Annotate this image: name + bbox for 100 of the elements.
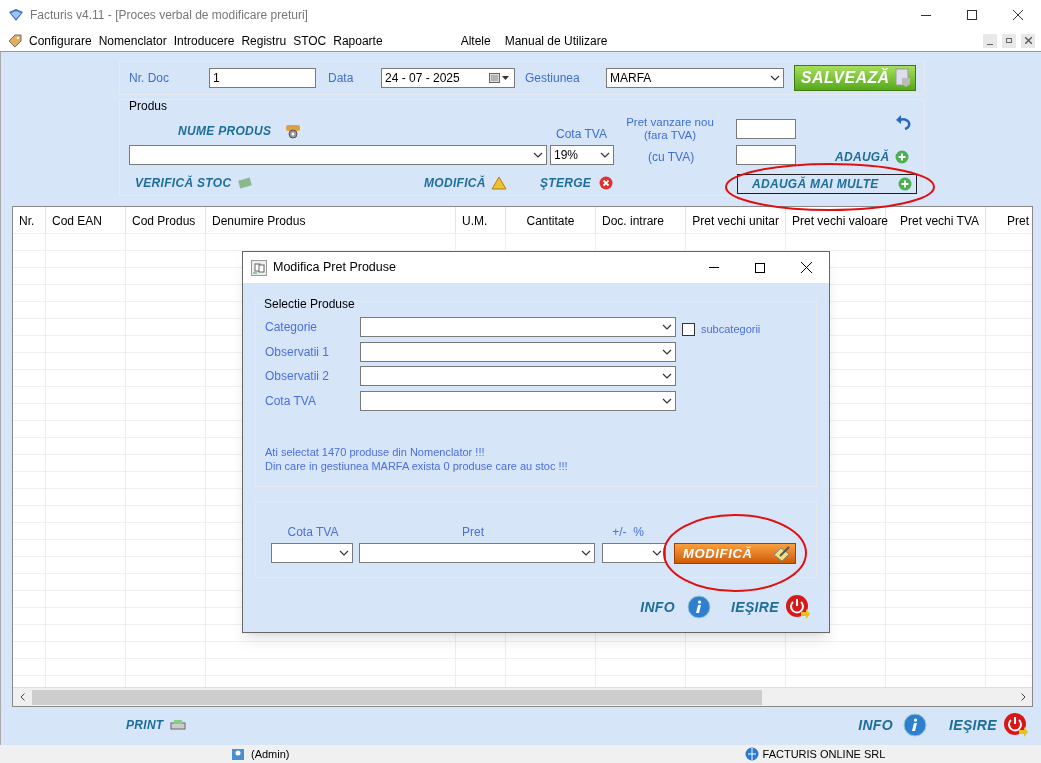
- modify-button[interactable]: MODIFICĂ: [424, 174, 507, 192]
- power-icon: [785, 594, 811, 620]
- dialog-title: Modifica Pret Produse: [273, 259, 396, 277]
- field-label: Cota TVA: [556, 126, 607, 143]
- field-label: Cota TVA: [286, 524, 340, 541]
- horizontal-scrollbar[interactable]: [13, 687, 1032, 706]
- exit-button[interactable]: IEŞIRE: [949, 712, 1029, 738]
- info-icon: [687, 595, 711, 619]
- user-label: (Admin): [251, 746, 290, 762]
- tag-icon: [8, 33, 22, 48]
- field-label: Pret vanzare nou (fara TVA): [625, 116, 715, 142]
- power-icon: [1003, 712, 1029, 738]
- column-header[interactable]: Cantitate: [526, 214, 575, 228]
- menu-item[interactable]: Altele: [460, 31, 491, 50]
- menu-item[interactable]: Nomenclator: [98, 31, 167, 50]
- printer-icon: [169, 719, 186, 731]
- check-stock-button[interactable]: VERIFICĂ STOC: [135, 174, 253, 192]
- mdi-restore-button[interactable]: [1002, 33, 1016, 48]
- group-title: Selectie Produse: [264, 296, 355, 313]
- minimize-icon: [709, 267, 719, 268]
- info-button[interactable]: INFO: [858, 713, 927, 737]
- add-button[interactable]: ADAUGĂ: [835, 148, 910, 166]
- delete-icon: [599, 176, 614, 190]
- field-label: +/- %: [611, 524, 645, 541]
- field-label: Observatii 2: [265, 368, 330, 385]
- user-icon: [231, 747, 245, 761]
- minimize-icon: [921, 14, 931, 16]
- plus-icon: [895, 150, 910, 164]
- column-header[interactable]: Denumire Produs: [212, 214, 306, 228]
- plus-icon: [898, 177, 912, 191]
- scroll-right-icon[interactable]: [1020, 693, 1026, 701]
- column-header[interactable]: Nr.: [19, 214, 35, 228]
- info-icon: [903, 713, 927, 737]
- menu-item[interactable]: Rapoarte: [333, 31, 383, 50]
- info-message: Din care in gestiunea MARFA exista 0 produse care au stoc !!!: [265, 459, 568, 473]
- exit-button[interactable]: IEŞIRE: [731, 594, 811, 620]
- menu-item[interactable]: Configurare: [29, 31, 92, 50]
- scroll-left-icon[interactable]: [19, 693, 25, 701]
- field-label: Pret: [461, 524, 485, 541]
- print-button[interactable]: PRINT: [126, 716, 186, 734]
- warehouse-dropdown[interactable]: MARFA: [606, 68, 784, 88]
- globe-icon: [744, 747, 759, 761]
- window-title: Facturis v4.11 - [Proces verbal de modificare preturi]: [30, 7, 308, 24]
- column-header[interactable]: Pret: [1007, 214, 1029, 228]
- filter-dropdown[interactable]: [360, 366, 676, 386]
- price-type-dropdown[interactable]: [359, 543, 595, 563]
- close-icon: [1013, 10, 1023, 20]
- money-icon: [238, 176, 253, 190]
- field-label: Gestiunea: [525, 70, 581, 87]
- vat-rate-dropdown[interactable]: 19%: [550, 145, 614, 165]
- close-icon: [1024, 37, 1032, 44]
- doc-number-field[interactable]: 1: [209, 68, 316, 88]
- app-logo-icon: [8, 8, 24, 22]
- pencil-note-icon: [773, 545, 791, 562]
- column-header[interactable]: Pret vechi TVA: [900, 214, 979, 228]
- column-header[interactable]: Cod Produs: [132, 214, 196, 228]
- checkbox-label: subcategorii: [701, 322, 761, 337]
- group-title: Produs: [129, 98, 168, 115]
- date-field[interactable]: 24 - 07 - 2025: [381, 68, 515, 88]
- menu-item[interactable]: Introducere: [173, 31, 235, 50]
- column-header[interactable]: Pret vechi unitar: [692, 214, 779, 228]
- column-header[interactable]: Cod EAN: [52, 214, 103, 228]
- dialog-app-icon: [251, 259, 267, 276]
- filter-dropdown[interactable]: [360, 390, 676, 411]
- product-name-dropdown[interactable]: [129, 145, 547, 165]
- save-document-icon: [894, 68, 912, 88]
- delete-button[interactable]: ŞTERGE: [540, 174, 614, 192]
- field-label: Nr. Doc: [129, 70, 170, 87]
- info-button[interactable]: INFO: [640, 595, 711, 619]
- info-message: Ati selectat 1470 produse din Nomenclator !!!: [265, 445, 486, 459]
- gear-icon: [285, 123, 302, 139]
- filter-dropdown[interactable]: [360, 317, 676, 337]
- column-header[interactable]: U.M.: [462, 214, 488, 228]
- filter-dropdown[interactable]: [360, 341, 676, 362]
- add-multiple-button[interactable]: ADAUGĂ MAI MULTE: [737, 174, 917, 194]
- price-without-vat-field[interactable]: [736, 119, 796, 139]
- column-header[interactable]: Pret vechi valoare: [792, 214, 889, 228]
- subcategories-checkbox[interactable]: [682, 322, 695, 336]
- product-name-label: NUME PRODUS: [178, 123, 272, 140]
- field-label: Data: [328, 70, 355, 87]
- scrollbar-thumb[interactable]: [32, 689, 762, 705]
- field-label: Cota TVA: [265, 392, 316, 410]
- percent-dropdown[interactable]: [602, 543, 666, 563]
- menu-item[interactable]: Registru: [241, 31, 287, 50]
- vat-rate-dropdown[interactable]: [271, 543, 353, 563]
- company-label: FACTURIS ONLINE SRL: [762, 746, 886, 762]
- maximize-icon: [967, 10, 977, 20]
- undo-icon: [896, 114, 912, 130]
- calendar-icon: [489, 73, 511, 83]
- mdi-close-button[interactable]: [1021, 33, 1035, 48]
- close-icon: [800, 262, 812, 273]
- mdi-minimize-button[interactable]: [983, 33, 997, 48]
- column-header[interactable]: Doc. intrare: [602, 214, 665, 228]
- menu-item[interactable]: Manual de Utilizare: [504, 31, 608, 50]
- maximize-icon: [755, 262, 765, 273]
- price-with-vat-field[interactable]: [736, 145, 796, 165]
- field-label: (cu TVA): [648, 149, 695, 166]
- field-label: Categorie: [265, 319, 318, 336]
- field-label: Observatii 1: [265, 343, 330, 361]
- menu-item[interactable]: STOC: [293, 31, 327, 50]
